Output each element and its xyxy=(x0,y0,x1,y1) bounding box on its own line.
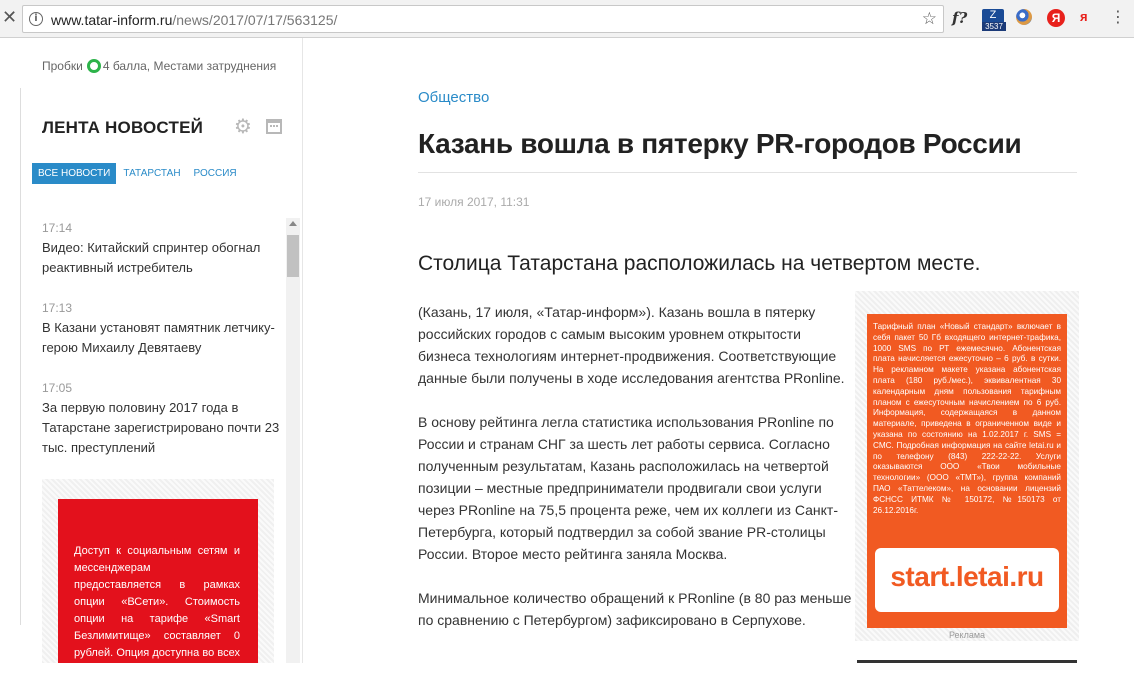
article-body: (Казань, 17 июля, «Татар-информ»). Казан… xyxy=(418,301,856,653)
ad-disclaimer-text: Тарифный план «Новый стандарт» включает … xyxy=(873,322,1061,515)
news-scrollbar[interactable] xyxy=(286,218,300,663)
scroll-thumb[interactable] xyxy=(287,235,299,277)
news-list: 17:14 Видео: Китайский спринтер обогнал … xyxy=(42,220,282,460)
counter-value: 3537 xyxy=(982,22,1006,31)
scroll-up-arrow-icon[interactable] xyxy=(289,221,297,226)
article-paragraph: (Казань, 17 июля, «Татар-информ»). Казан… xyxy=(418,304,845,386)
ad-label: Реклама xyxy=(948,630,986,640)
sidebar-ad-banner[interactable]: Доступ к социальным сетям и мессенджерам… xyxy=(42,479,274,676)
url-host: www.tatar-inform.ru xyxy=(51,12,173,28)
article-area: Общество Казань вошла в пятерку PR-город… xyxy=(304,38,1134,663)
sidebar-ad-background: Доступ к социальным сетям и мессенджерам… xyxy=(58,499,258,676)
tab-russia[interactable]: РОССИЯ xyxy=(188,163,243,184)
close-icon[interactable]: ✕ xyxy=(2,8,20,28)
sidebar-ad-text: Доступ к социальным сетям и мессенджерам… xyxy=(74,545,240,676)
url-text[interactable]: www.tatar-inform.ru/news/2017/07/17/5631… xyxy=(51,12,337,28)
feed-title: ЛЕНТА НОВОСТЕЙ xyxy=(42,118,204,137)
news-time: 17:13 xyxy=(42,301,73,315)
traffic-widget[interactable]: Пробки 4 балла, Местами затруднения xyxy=(42,59,276,73)
article-category-link[interactable]: Общество xyxy=(418,89,489,106)
article-ad-banner[interactable]: Тарифный план «Новый стандарт» включает … xyxy=(855,291,1079,641)
menu-kebab-icon[interactable]: ⋮ xyxy=(1110,9,1126,29)
ad-logo-box[interactable]: start.letai.ru xyxy=(875,548,1059,612)
tab-all-news[interactable]: ВСЕ НОВОСТИ xyxy=(32,163,117,184)
news-time: 17:14 xyxy=(42,221,73,235)
news-item[interactable]: 17:13 В Казани установят памятник летчик… xyxy=(42,300,282,380)
ad-logo: start.letai.ru xyxy=(890,561,1044,592)
news-item[interactable]: 17:05 За первую половину 2017 года в Тат… xyxy=(42,380,282,460)
article-date: 17 июля 2017, 11:31 xyxy=(418,195,530,209)
traffic-status: 4 балла, Местами затруднения xyxy=(102,59,277,73)
traffic-status-icon xyxy=(86,59,101,73)
info-icon[interactable]: i xyxy=(29,12,43,26)
traffic-label: Пробки xyxy=(42,59,83,73)
article-paragraph: В основу рейтинга легла статистика испол… xyxy=(418,414,838,562)
sidebar-left-divider xyxy=(20,88,21,625)
calendar-icon[interactable] xyxy=(266,119,282,134)
browser-toolbar: ✕ i www.tatar-inform.ru/news/2017/07/17/… xyxy=(0,0,1134,38)
tab-tatarstan[interactable]: ТАТАРСТАН xyxy=(117,163,186,184)
f-extension-icon[interactable]: f? xyxy=(952,9,974,29)
counter-glyph: Z xyxy=(989,9,997,21)
feed-tabs: ВСЕ НОВОСТИ ТАТАРСТАН РОССИЯ xyxy=(32,163,244,184)
article-paragraph: Минимальное количество обращений к PRonl… xyxy=(418,590,852,628)
yandex-icon[interactable]: Я xyxy=(1047,9,1065,27)
bookmark-star-icon[interactable]: ☆ xyxy=(922,9,937,29)
counter-extension-icon[interactable]: Z 3537 xyxy=(982,9,1006,31)
url-path: /news/2017/07/17/563125/ xyxy=(172,12,338,28)
news-sidebar: Пробки 4 балла, Местами затруднения ЛЕНТА… xyxy=(0,38,304,676)
news-headline-link[interactable]: В Казани установят памятник летчику-геро… xyxy=(42,318,282,358)
article-lead: Столица Татарстана расположилась на четв… xyxy=(418,252,981,275)
title-divider xyxy=(418,172,1077,173)
ad-background: Тарифный план «Новый стандарт» включает … xyxy=(867,314,1067,628)
news-headline-link[interactable]: За первую половину 2017 года в Татарстан… xyxy=(42,398,282,458)
sidebar-right-divider xyxy=(302,38,303,663)
news-headline-link[interactable]: Видео: Китайский спринтер обогнал реакти… xyxy=(42,238,282,278)
address-bar[interactable]: i www.tatar-inform.ru/news/2017/07/17/56… xyxy=(22,5,944,33)
yandex-search-icon[interactable]: я xyxy=(1080,9,1094,29)
news-item[interactable]: 17:14 Видео: Китайский спринтер обогнал … xyxy=(42,220,282,300)
news-time: 17:05 xyxy=(42,381,73,395)
gear-icon[interactable]: ⚙ xyxy=(234,116,254,136)
globe-extension-icon[interactable] xyxy=(1016,9,1032,25)
article-title: Казань вошла в пятерку PR-городов России xyxy=(418,128,1022,159)
